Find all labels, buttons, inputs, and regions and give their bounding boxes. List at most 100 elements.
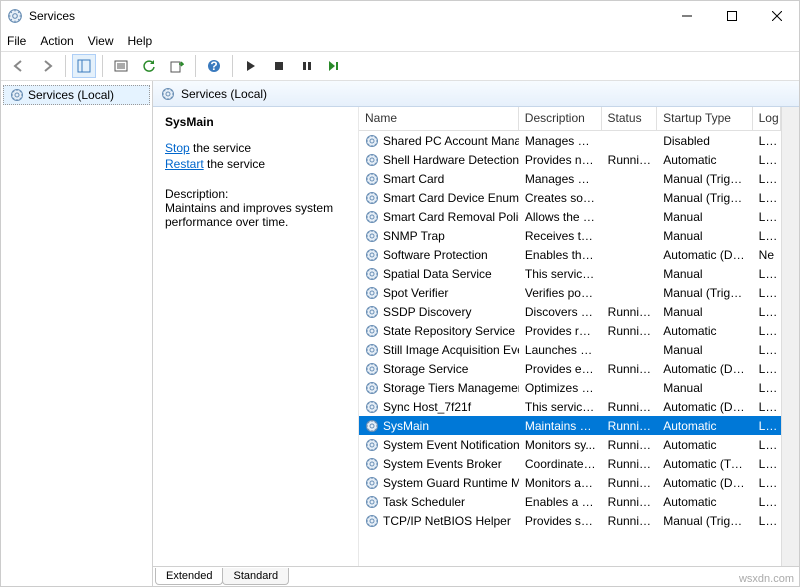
tree-pane: Services (Local) — [1, 81, 153, 586]
service-row[interactable]: SysMainMaintains a...RunningAutomaticLoc — [359, 416, 781, 435]
restart-service-button[interactable] — [323, 54, 347, 78]
service-row[interactable]: Smart Card Device Enumerat...Creates sof… — [359, 188, 781, 207]
stop-suffix: the service — [190, 141, 251, 155]
service-desc: Provides req... — [519, 323, 602, 339]
service-row[interactable]: Spot VerifierVerifies pote...Manual (Tri… — [359, 283, 781, 302]
gear-icon — [365, 267, 379, 281]
service-row[interactable]: Storage ServiceProvides ena...RunningAut… — [359, 359, 781, 378]
service-row[interactable]: System Event Notification S...Monitors s… — [359, 435, 781, 454]
menubar: File Action View Help — [1, 31, 799, 51]
menu-view[interactable]: View — [88, 34, 114, 48]
service-name: System Event Notification S... — [383, 438, 519, 452]
col-startup[interactable]: Startup Type — [657, 107, 752, 130]
menu-file[interactable]: File — [7, 34, 26, 48]
gear-icon — [365, 305, 379, 319]
service-row[interactable]: System Events BrokerCoordinates ...Runni… — [359, 454, 781, 473]
menu-action[interactable]: Action — [40, 34, 73, 48]
service-name: Smart Card Device Enumerat... — [383, 191, 519, 205]
col-description[interactable]: Description — [519, 107, 602, 130]
restart-link[interactable]: Restart — [165, 157, 204, 171]
service-name: Shell Hardware Detection — [383, 153, 519, 167]
col-logon[interactable]: Log On As — [753, 107, 781, 130]
service-status: Running — [602, 456, 658, 472]
detail-pane: SysMain Stop the service Restart the ser… — [153, 107, 358, 566]
show-hide-tree-button[interactable] — [72, 54, 96, 78]
service-desc: Maintains a... — [519, 418, 602, 434]
close-button[interactable] — [754, 1, 799, 31]
service-row[interactable]: TCP/IP NetBIOS HelperProvides sup...Runn… — [359, 511, 781, 530]
properties-button[interactable] — [109, 54, 133, 78]
col-name[interactable]: Name — [359, 107, 519, 130]
stop-link[interactable]: Stop — [165, 141, 190, 155]
toolbar-separator — [102, 55, 103, 77]
gear-icon — [365, 229, 379, 243]
gear-icon — [365, 514, 379, 528]
refresh-button[interactable] — [137, 54, 161, 78]
service-desc: This service i... — [519, 266, 602, 282]
back-button[interactable] — [7, 54, 31, 78]
service-logon: Loc — [753, 171, 781, 187]
service-row[interactable]: Smart Card Removal PolicyAllows the s...… — [359, 207, 781, 226]
service-startup: Automatic — [657, 418, 752, 434]
service-row[interactable]: Shared PC Account ManagerManages pr...Di… — [359, 131, 781, 150]
tab-extended[interactable]: Extended — [155, 568, 223, 585]
app-icon — [7, 8, 23, 24]
gear-icon — [365, 495, 379, 509]
help-button[interactable]: ? — [202, 54, 226, 78]
svg-text:?: ? — [210, 59, 217, 73]
menu-help[interactable]: Help — [128, 34, 153, 48]
gear-icon — [365, 210, 379, 224]
tree-item-services-local[interactable]: Services (Local) — [3, 85, 150, 105]
service-row[interactable]: Still Image Acquisition EventsLaunches a… — [359, 340, 781, 359]
service-desc: Allows the s... — [519, 209, 602, 225]
description-label: Description: — [165, 187, 346, 201]
col-status[interactable]: Status — [602, 107, 658, 130]
service-desc: Enables the ... — [519, 247, 602, 263]
service-name: System Events Broker — [383, 457, 502, 471]
service-rows[interactable]: Shared PC Account ManagerManages pr...Di… — [359, 131, 781, 566]
service-row[interactable]: System Guard Runtime Mon...Monitors an..… — [359, 473, 781, 492]
export-button[interactable] — [165, 54, 189, 78]
service-desc: Enables a us... — [519, 494, 602, 510]
service-startup: Manual — [657, 228, 752, 244]
service-startup: Automatic — [657, 437, 752, 453]
minimize-button[interactable] — [664, 1, 709, 31]
view-tabs: Extended Standard — [153, 566, 799, 586]
service-desc: Monitors sy... — [519, 437, 602, 453]
pause-service-button[interactable] — [295, 54, 319, 78]
service-logon: Loc — [753, 418, 781, 434]
service-status — [602, 254, 658, 256]
gear-icon — [161, 87, 175, 101]
forward-button[interactable] — [35, 54, 59, 78]
gear-icon — [365, 153, 379, 167]
service-desc: Manages ac... — [519, 171, 602, 187]
service-desc: Discovers ne... — [519, 304, 602, 320]
service-status — [602, 235, 658, 237]
service-desc: Creates soft... — [519, 190, 602, 206]
service-logon: Loc — [753, 380, 781, 396]
service-row[interactable]: Smart CardManages ac...Manual (Trigg...L… — [359, 169, 781, 188]
toolbar: ? — [1, 51, 799, 81]
maximize-button[interactable] — [709, 1, 754, 31]
service-status — [602, 197, 658, 199]
service-row[interactable]: Sync Host_7f21fThis service ...RunningAu… — [359, 397, 781, 416]
service-row[interactable]: SSDP DiscoveryDiscovers ne...RunningManu… — [359, 302, 781, 321]
service-status — [602, 349, 658, 351]
service-startup: Automatic (De... — [657, 475, 752, 491]
stop-service-button[interactable] — [267, 54, 291, 78]
tab-standard[interactable]: Standard — [222, 568, 289, 585]
gear-icon — [365, 172, 379, 186]
service-row[interactable]: Task SchedulerEnables a us...RunningAuto… — [359, 492, 781, 511]
service-row[interactable]: Storage Tiers ManagementOptimizes th...M… — [359, 378, 781, 397]
gear-icon — [365, 419, 379, 433]
service-status: Running — [602, 152, 658, 168]
service-row[interactable]: Software ProtectionEnables the ...Automa… — [359, 245, 781, 264]
service-logon: Loc — [753, 475, 781, 491]
gear-icon — [365, 324, 379, 338]
start-service-button[interactable] — [239, 54, 263, 78]
service-row[interactable]: Shell Hardware DetectionProvides not...R… — [359, 150, 781, 169]
service-row[interactable]: State Repository ServiceProvides req...R… — [359, 321, 781, 340]
service-row[interactable]: SNMP TrapReceives tra...ManualLoc — [359, 226, 781, 245]
vertical-scrollbar[interactable] — [781, 107, 799, 566]
service-row[interactable]: Spatial Data ServiceThis service i...Man… — [359, 264, 781, 283]
